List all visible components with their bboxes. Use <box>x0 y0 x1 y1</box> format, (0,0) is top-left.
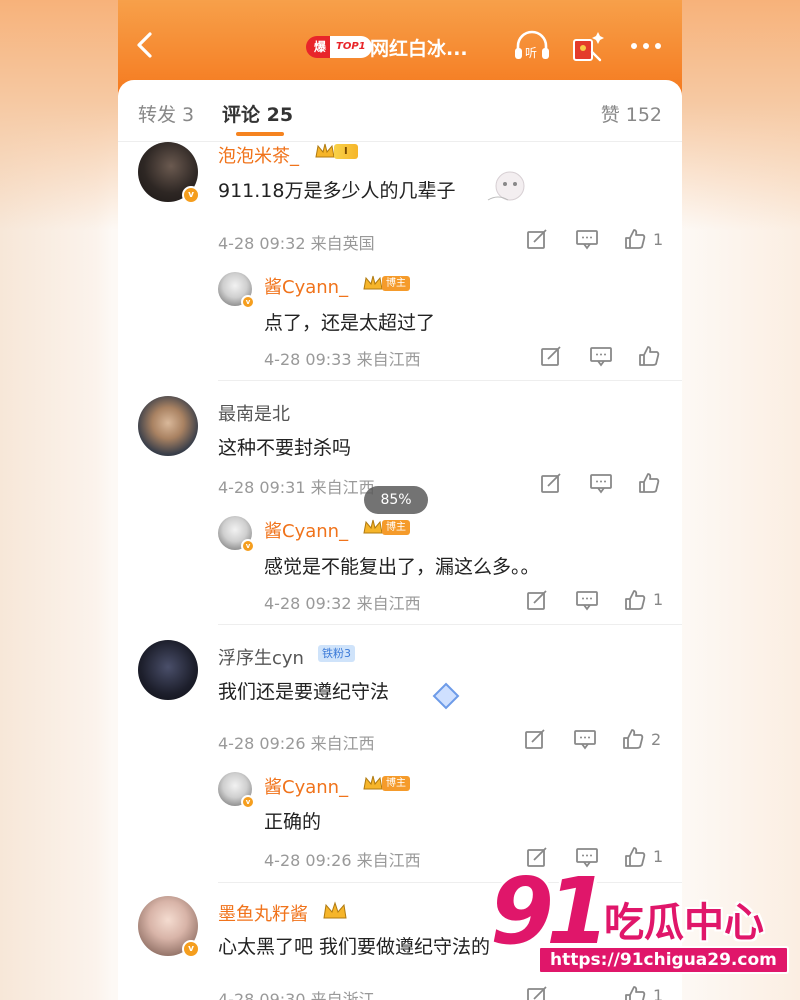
blogger-badge: 博主 <box>362 518 410 536</box>
reply-meta: 4-28 09:32 来自江西 <box>264 594 421 613</box>
repost-icon[interactable] <box>540 345 562 367</box>
headphones-icon[interactable]: 听 <box>512 30 552 62</box>
verified-icon: v <box>241 795 255 809</box>
tab-reposts[interactable]: 转发 3 <box>138 100 194 127</box>
comment-meta: 4-28 09:26 来自江西 <box>218 734 375 753</box>
reply-text: 点了，还是太超过了 <box>264 312 436 334</box>
commenter-name[interactable]: 泡泡米茶_ <box>218 142 299 168</box>
tab-active-indicator <box>236 132 284 136</box>
comment-text: 心太黑了吧 我们要做遵纪守法的 <box>218 936 491 958</box>
hot-search-badge[interactable]: 爆 TOP1 <box>306 36 372 58</box>
hot-badge-label: 爆 <box>306 36 331 58</box>
tab-comments[interactable]: 评论 25 <box>222 100 293 127</box>
verified-icon: v <box>241 295 255 309</box>
reply-icon[interactable] <box>590 345 612 367</box>
repost-icon[interactable] <box>526 985 548 1000</box>
listen-label: 听 <box>525 46 537 60</box>
blogger-label: 博主 <box>382 275 410 291</box>
reply-text: 正确的 <box>264 811 322 833</box>
watermark-url: https://91chigua29.com <box>538 946 789 974</box>
chevron-left-icon[interactable] <box>132 30 158 60</box>
divider <box>218 380 682 381</box>
blogger-badge: 博主 <box>362 774 410 792</box>
page-title[interactable]: 网红白冰... <box>370 34 468 61</box>
verified-icon: v <box>182 940 200 958</box>
like-count: 1 <box>653 230 664 249</box>
like-count: 1 <box>653 590 664 609</box>
repost-icon[interactable] <box>526 228 548 250</box>
divider <box>218 624 682 625</box>
reply-author-name[interactable]: 酱Cyann_ <box>264 273 348 299</box>
blogger-label: 博主 <box>382 519 410 535</box>
tab-bar: 转发 3 评论 25 赞 152 <box>118 80 682 142</box>
comment-text: 911.18万是多少人的几辈子 <box>218 180 456 202</box>
commenter-name[interactable]: 最南是北 <box>218 400 290 426</box>
watermark-logo: 91 吃瓜中心 https://91chigua29.com <box>490 862 790 982</box>
blogger-badge: 博主 <box>362 274 410 292</box>
fan-level-badge: 铁粉3 <box>318 645 355 662</box>
comment-text: 我们还是要遵纪守法 <box>218 681 390 703</box>
commenter-name[interactable]: 墨鱼丸籽酱 <box>218 900 308 926</box>
avatar[interactable]: v <box>138 896 200 958</box>
reply-icon[interactable] <box>574 728 596 750</box>
verified-icon: v <box>182 186 200 204</box>
avatar[interactable]: v <box>218 272 255 309</box>
hot-rank-label: TOP1 <box>330 36 372 58</box>
repost-icon[interactable] <box>524 728 546 750</box>
like-count: 1 <box>653 986 664 1000</box>
reply-meta: 4-28 09:26 来自江西 <box>264 851 421 870</box>
like-count: 2 <box>651 730 662 749</box>
member-level: I <box>334 143 358 159</box>
red-packet-icon[interactable] <box>570 28 606 64</box>
commenter-name[interactable]: 浮序生cyn <box>218 644 304 670</box>
crown-icon <box>363 519 383 534</box>
like-icon[interactable] <box>622 728 644 750</box>
avatar[interactable] <box>138 640 198 700</box>
crown-icon <box>363 275 383 290</box>
reply-icon[interactable] <box>576 228 598 250</box>
zoom-indicator: 85% <box>364 486 428 514</box>
avatar[interactable]: v <box>138 142 200 204</box>
reply-author-name[interactable]: 酱Cyann_ <box>264 773 348 799</box>
like-icon[interactable] <box>624 589 646 611</box>
like-icon[interactable] <box>638 345 660 367</box>
like-icon[interactable] <box>624 985 646 1000</box>
repost-icon[interactable] <box>526 589 548 611</box>
comment-meta: 4-28 09:32 来自英国 <box>218 234 375 253</box>
comment-meta: 4-28 09:31 来自江西 <box>218 478 375 497</box>
avatar[interactable]: v <box>218 516 255 553</box>
avatar[interactable] <box>138 396 198 456</box>
comment-meta: 4-28 09:30 来自浙江 <box>218 990 375 1000</box>
blogger-label: 博主 <box>382 775 410 791</box>
member-crown-badge: I <box>314 142 358 160</box>
watermark-brand: 吃瓜中心 <box>604 900 764 946</box>
reply-icon[interactable] <box>590 472 612 494</box>
crown-icon <box>323 901 347 919</box>
reply-icon[interactable] <box>576 589 598 611</box>
crown-icon <box>363 775 383 790</box>
reply-text: 感觉是不能复出了，漏这么多。。 <box>264 556 540 578</box>
avatar[interactable]: v <box>218 772 255 809</box>
crown-icon <box>315 143 335 158</box>
like-icon[interactable] <box>638 472 660 494</box>
diamond-sticker-icon <box>432 682 460 710</box>
reply-meta: 4-28 09:33 来自江西 <box>264 350 421 369</box>
reply-author-name[interactable]: 酱Cyann_ <box>264 517 348 543</box>
more-dots-icon[interactable] <box>628 36 664 56</box>
verified-icon: v <box>241 539 255 553</box>
comment-text: 这种不要封杀吗 <box>218 437 352 459</box>
repost-icon[interactable] <box>540 472 562 494</box>
like-icon[interactable] <box>624 228 646 250</box>
tab-likes[interactable]: 赞 152 <box>601 100 662 127</box>
sticker-icon <box>487 171 525 201</box>
